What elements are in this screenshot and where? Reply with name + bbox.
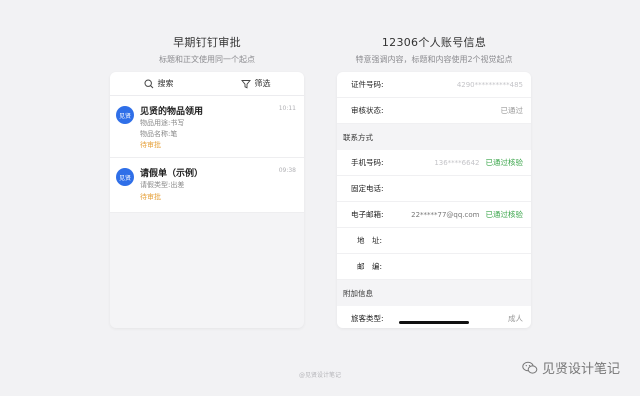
item-title: 请假单（示例） [140, 169, 204, 179]
right-panel-subtitle: 特意强调内容，标题和内容使用2个视觉起点 [355, 55, 513, 64]
right-panel-title: 12306个人账号信息 [381, 36, 487, 49]
section-contact: 联系方式 [337, 124, 531, 150]
wechat-icon [522, 361, 538, 374]
item-time: 10:11 [278, 105, 296, 112]
avatar: 见贤 [116, 106, 134, 124]
row-value: 136****6642 [434, 158, 480, 167]
list-item[interactable]: 见贤 见贤的物品领用 10:11 物品用途:书写 物品名称:笔 待审批 [110, 96, 304, 158]
filter-label: 筛选 [254, 79, 271, 88]
verified-badge: 已通过核验 [485, 158, 524, 167]
item-detail: 请假类型:出差 [140, 181, 185, 189]
row-id-number: 证件号码: 4290**********485 [337, 72, 531, 98]
status-badge: 待审批 [140, 193, 161, 201]
home-indicator[interactable] [399, 321, 469, 324]
row-label: 电子邮箱: [351, 210, 384, 219]
row-label: 地 址: [357, 236, 383, 245]
section-extra: 附加信息 [337, 280, 531, 306]
row-landline[interactable]: 固定电话: [337, 176, 531, 202]
row-passenger-type[interactable]: 旅客类型: 成人 [337, 306, 531, 328]
row-value: 4290**********485 [456, 80, 523, 89]
item-detail: 物品用途:书写 [140, 119, 185, 127]
item-title: 见贤的物品领用 [140, 107, 204, 117]
row-label: 固定电话: [351, 184, 384, 193]
account-info-card: 证件号码: 4290**********485 审核状态: 已通过 联系方式 手… [337, 72, 531, 328]
search-icon [143, 78, 153, 88]
status-badge: 待审批 [140, 141, 161, 149]
row-value: 已通过 [500, 106, 524, 115]
row-email[interactable]: 电子邮箱: 22*****77@qq.com 已通过核验 [337, 202, 531, 228]
watermark: 见贤设计笔记 [522, 358, 620, 377]
item-detail: 物品名称:笔 [140, 130, 178, 138]
filter-icon [240, 79, 251, 89]
list-toolbar: 搜索 筛选 [110, 72, 304, 96]
approval-list-card: 搜索 筛选 见贤 见贤的物品领用 10:11 物品用途:书写 物品名称:笔 待审… [110, 72, 304, 328]
left-panel-subtitle: 标题和正文使用同一个起点 [159, 55, 255, 64]
row-label: 手机号码: [351, 158, 384, 167]
row-label: 证件号码: [351, 80, 384, 89]
avatar: 见贤 [116, 168, 134, 186]
row-phone[interactable]: 手机号码: 136****6642 已通过核验 [337, 150, 531, 176]
row-label: 审核状态: [351, 106, 384, 115]
item-time: 09:38 [278, 167, 296, 174]
search-button[interactable]: 搜索 [110, 72, 207, 95]
row-postcode[interactable]: 邮 编: [337, 254, 531, 280]
row-value: 22*****77@qq.com [411, 210, 480, 219]
row-review-status: 审核状态: 已通过 [337, 98, 531, 124]
watermark-text: 见贤设计笔记 [541, 362, 620, 377]
left-panel-title: 早期钉钉审批 [173, 36, 241, 49]
row-label: 邮 编: [357, 262, 383, 271]
row-address[interactable]: 地 址: [337, 228, 531, 254]
filter-button[interactable]: 筛选 [207, 72, 304, 95]
verified-badge: 已通过核验 [485, 210, 524, 219]
search-label: 搜索 [157, 79, 174, 88]
list-item[interactable]: 见贤 请假单（示例） 09:38 请假类型:出差 待审批 [110, 158, 304, 213]
